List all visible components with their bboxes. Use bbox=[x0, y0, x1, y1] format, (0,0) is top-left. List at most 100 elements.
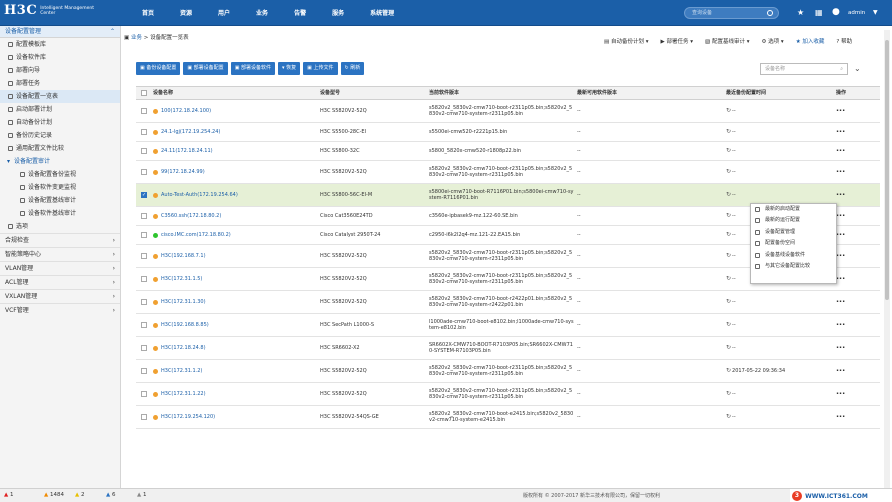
device-name-link[interactable]: H3C(172.31.1.2) bbox=[161, 368, 202, 375]
action-auto-backup[interactable]: ▤ 自动备份计划 ▾ bbox=[604, 37, 648, 45]
nav-user[interactable]: 用户 bbox=[218, 8, 230, 17]
vertical-scrollbar[interactable] bbox=[884, 30, 890, 488]
row-checkbox[interactable] bbox=[136, 406, 152, 428]
sidebar-item[interactable]: ▾ 设备配置审计 bbox=[0, 155, 120, 168]
row-checkbox[interactable] bbox=[136, 245, 152, 267]
sidebar-item[interactable]: 自动备份计划 bbox=[0, 116, 120, 129]
more-options-icon[interactable]: ··· bbox=[836, 344, 845, 352]
more-options-icon[interactable]: ··· bbox=[836, 168, 845, 176]
device-name-link[interactable]: Auto-Test-Auth(172.19.254.64) bbox=[161, 192, 238, 199]
star-icon[interactable]: ★ bbox=[797, 8, 804, 17]
search-icon[interactable] bbox=[767, 10, 773, 16]
row-checkbox[interactable] bbox=[136, 100, 152, 122]
more-options-icon[interactable]: ··· bbox=[836, 321, 845, 329]
table-row[interactable]: H3C(172.31.1.2) H3C S5820V2-52Q s5820v2_58… bbox=[136, 360, 880, 383]
search-input[interactable]: 查询设备 bbox=[684, 7, 779, 19]
alarm-counter[interactable]: ▲ 6 bbox=[106, 492, 115, 498]
more-options-icon[interactable]: ··· bbox=[836, 252, 845, 260]
sidebar-section[interactable]: 合规检查 › bbox=[0, 233, 120, 247]
device-name-link[interactable]: 24.1-lgj(172.19.254.24) bbox=[161, 129, 220, 136]
backup-history-icon[interactable]: ↻ bbox=[726, 107, 731, 115]
row-checkbox[interactable] bbox=[136, 123, 152, 141]
sidebar-item[interactable]: 设备配置备份监视 bbox=[0, 168, 120, 181]
backup-history-icon[interactable]: ↻ bbox=[726, 128, 731, 136]
sidebar-item[interactable]: 设备配置基线审计 bbox=[0, 194, 120, 207]
grid-icon[interactable]: ▦ bbox=[815, 8, 823, 17]
sidebar-section[interactable]: VCF管理 › bbox=[0, 303, 120, 317]
context-menu-item[interactable]: 最新的运行配置 bbox=[751, 215, 836, 226]
sidebar-section[interactable]: ACL管理 › bbox=[0, 275, 120, 289]
expand-filter-icon[interactable]: ⌄ bbox=[854, 64, 861, 73]
row-checkbox[interactable] bbox=[136, 226, 152, 244]
table-row[interactable]: 99(172.18.24.99) H3C S5820V2-52Q s5820v2_5… bbox=[136, 161, 880, 184]
device-name-link[interactable]: 24.11(172.18.24.11) bbox=[161, 148, 213, 155]
action-deploy-task[interactable]: ▶ 部署任务 ▾ bbox=[660, 37, 693, 45]
user-icon[interactable]: ● bbox=[832, 7, 840, 17]
device-name-link[interactable]: H3C(172.31.1.22) bbox=[161, 391, 206, 398]
sidebar-item[interactable]: 部署向导 bbox=[0, 64, 120, 77]
backup-history-icon[interactable]: ↻ bbox=[726, 275, 731, 283]
col-latest-software[interactable]: 最新可用软件版本 bbox=[577, 87, 724, 99]
sidebar-item[interactable]: 设备软件变更监视 bbox=[0, 181, 120, 194]
context-menu-item[interactable]: 最新的启动配置 bbox=[751, 204, 836, 215]
row-checkbox[interactable] bbox=[136, 161, 152, 183]
more-options-icon[interactable]: ··· bbox=[836, 107, 845, 115]
table-row[interactable]: 100(172.18.24.100) H3C S5820V2-52Q s5820v2… bbox=[136, 100, 880, 123]
sidebar-item[interactable]: 部署任务 bbox=[0, 77, 120, 90]
sidebar-item[interactable]: 通用配置文件比较 bbox=[0, 142, 120, 155]
upload-file-button[interactable]: ▣ 上传文件 bbox=[303, 62, 338, 75]
device-name-link[interactable]: C3560.ssh(172.18.80.2) bbox=[161, 213, 221, 220]
restore-button[interactable]: ▾ 恢复 bbox=[278, 62, 301, 75]
row-checkbox[interactable] bbox=[136, 291, 152, 313]
backup-history-icon[interactable]: ↻ bbox=[726, 168, 731, 176]
action-help[interactable]: ? 帮助 bbox=[836, 37, 852, 45]
scrollbar-thumb[interactable] bbox=[885, 40, 889, 300]
alarm-counter[interactable]: ▲ 1 bbox=[137, 492, 146, 498]
backup-history-icon[interactable]: ↻ bbox=[726, 344, 731, 352]
col-last-backup[interactable]: 最近备份配置时间 bbox=[726, 87, 834, 99]
sidebar-item[interactable]: 设备软件基线审计 bbox=[0, 207, 120, 220]
device-name-link[interactable]: cisco.IMC.com(172.18.80.2) bbox=[161, 232, 231, 239]
table-row[interactable]: H3C(172.19.254.120) H3C S5820V2-54QS-GE s5… bbox=[136, 406, 880, 429]
device-name-link[interactable]: 99(172.18.24.99) bbox=[161, 169, 205, 176]
device-name-link[interactable]: H3C(172.31.1.30) bbox=[161, 299, 206, 306]
refresh-button[interactable]: ↻ 刷新 bbox=[340, 62, 365, 75]
table-row[interactable]: H3C(172.18.24.8) H3C SR6602-X2 SR6602X-CMW… bbox=[136, 337, 880, 360]
col-device-model[interactable]: 设备型号 bbox=[319, 87, 427, 99]
nav-service[interactable]: 业务 bbox=[256, 8, 268, 17]
row-checkbox[interactable] bbox=[136, 314, 152, 336]
action-baseline-audit[interactable]: ▧ 配置基线审计 ▾ bbox=[705, 37, 749, 45]
device-name-link[interactable]: H3C(172.18.24.8) bbox=[161, 345, 206, 352]
backup-history-icon[interactable]: ↻ bbox=[726, 413, 731, 421]
sidebar-section[interactable]: VXLAN管理 › bbox=[0, 289, 120, 303]
sidebar-item[interactable]: 备份历史记录 bbox=[0, 129, 120, 142]
row-checkbox[interactable] bbox=[136, 268, 152, 290]
deploy-software-button[interactable]: ▣ 部署设备软件 bbox=[230, 62, 276, 75]
action-favorite[interactable]: ★ 加入收藏 bbox=[796, 37, 825, 45]
search-icon[interactable]: ⌕ bbox=[840, 64, 843, 74]
nav-home[interactable]: 首页 bbox=[142, 8, 154, 17]
nav-resource[interactable]: 资源 bbox=[180, 8, 192, 17]
sidebar-header[interactable]: 设备配置管理 ⌃ bbox=[0, 26, 120, 38]
sidebar-item[interactable]: 设备配置一览表 bbox=[0, 90, 120, 103]
table-row[interactable]: H3C(172.31.1.22) H3C S5820V2-52Q s5820v2_5… bbox=[136, 383, 880, 406]
more-options-icon[interactable]: ··· bbox=[836, 212, 845, 220]
nav-report[interactable]: 服务 bbox=[332, 8, 344, 17]
sidebar-section[interactable]: 智能策略中心 › bbox=[0, 247, 120, 261]
backup-history-icon[interactable]: ↻ bbox=[726, 321, 731, 329]
table-row[interactable]: H3C(192.168.8.85) H3C SecPath L1000-S l100… bbox=[136, 314, 880, 337]
action-options[interactable]: ⚙ 选项 ▾ bbox=[761, 37, 783, 45]
backup-history-icon[interactable]: ↻ bbox=[726, 367, 731, 375]
device-name-link[interactable]: H3C(172.19.254.120) bbox=[161, 414, 215, 421]
sidebar-item[interactable]: 启动部署计划 bbox=[0, 103, 120, 116]
backup-history-icon[interactable]: ↻ bbox=[726, 252, 731, 260]
more-options-icon[interactable]: ··· bbox=[836, 147, 845, 155]
alarm-counter[interactable]: ▲ 2 bbox=[75, 492, 84, 498]
more-options-icon[interactable]: ··· bbox=[836, 231, 845, 239]
sidebar-item[interactable]: 设备软件库 bbox=[0, 51, 120, 64]
backup-config-button[interactable]: ▣ 备份设备配置 bbox=[136, 62, 181, 75]
more-options-icon[interactable]: ··· bbox=[836, 275, 845, 283]
backup-history-icon[interactable]: ↻ bbox=[726, 298, 731, 306]
context-menu-item[interactable]: 设备基线设备软件 bbox=[751, 250, 836, 261]
more-options-icon[interactable]: ··· bbox=[836, 128, 845, 136]
